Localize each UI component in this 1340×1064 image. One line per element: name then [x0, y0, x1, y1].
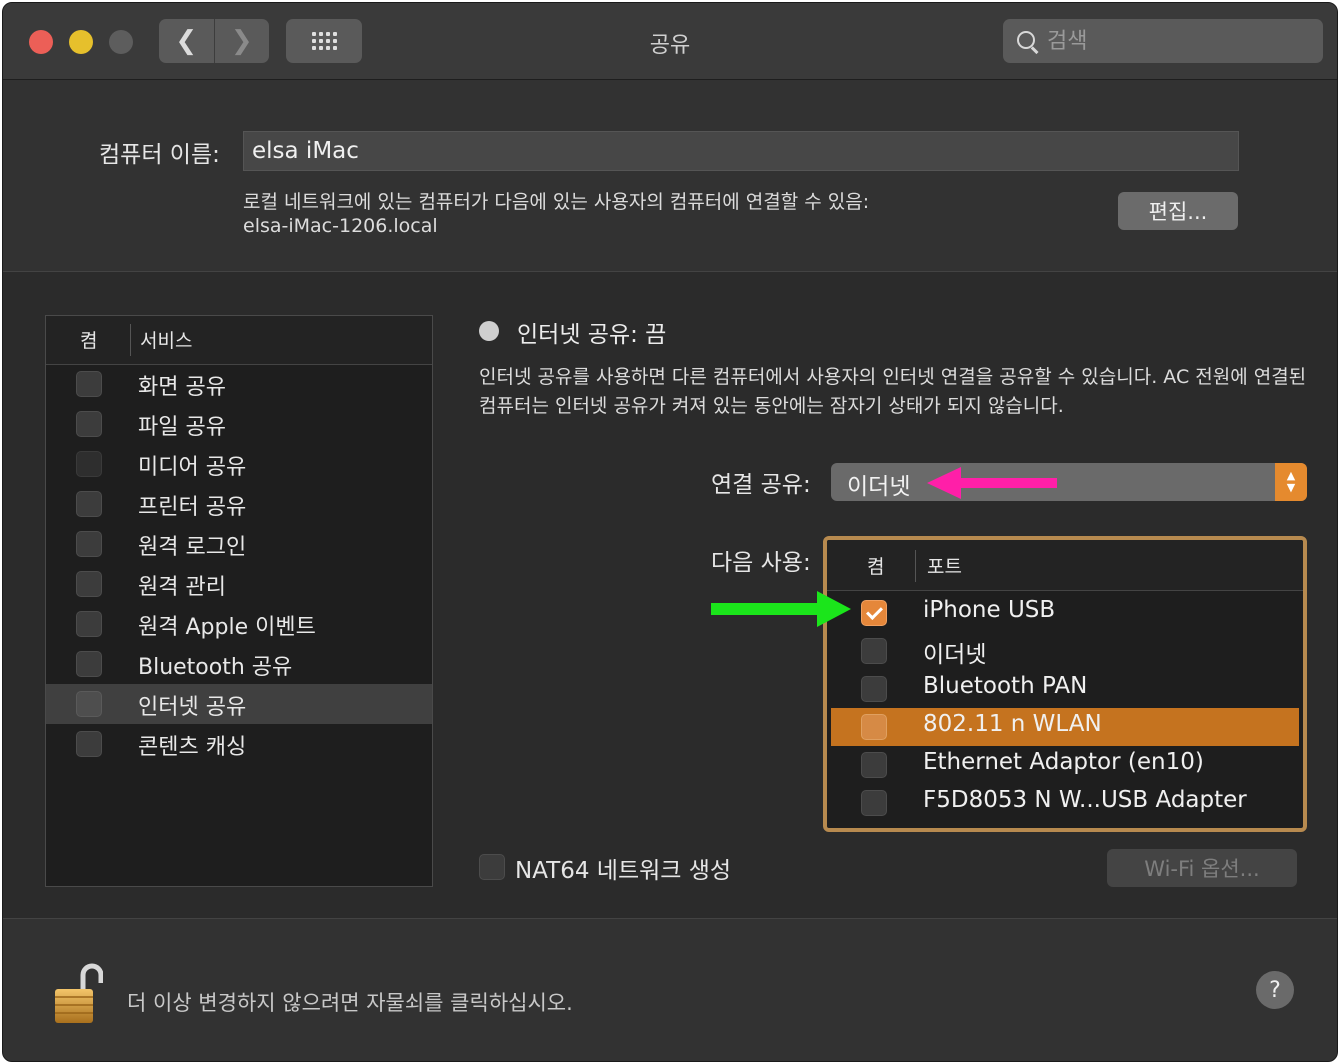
port-checkbox[interactable] — [861, 790, 887, 816]
service-checkbox[interactable] — [76, 731, 102, 757]
port-checkbox-checked[interactable] — [861, 600, 887, 626]
service-checkbox[interactable] — [76, 491, 102, 517]
service-checkbox[interactable] — [76, 411, 102, 437]
lock-message: 더 이상 변경하지 않으려면 자물쇠를 클릭하십시오. — [127, 991, 573, 1015]
ports-table: 켬 포트 iPhone USB 이더넷 Bluetooth PAN 802.11… — [823, 536, 1307, 832]
service-checkbox[interactable] — [76, 571, 102, 597]
service-label: 원격 관리 — [138, 575, 226, 600]
port-label: F5D8053 N W...USB Adapter — [923, 787, 1247, 813]
service-checkbox[interactable] — [76, 531, 102, 557]
port-row-selected[interactable]: 802.11 n WLAN — [831, 708, 1299, 746]
services-header: 켬 서비스 — [46, 316, 432, 365]
port-checkbox[interactable] — [861, 676, 887, 702]
share-from-label: 연결 공유: — [711, 472, 811, 498]
computer-address-info: 로컬 네트워크에 있는 컴퓨터가 다음에 있는 사용자의 컴퓨터에 연결할 수 … — [243, 191, 870, 213]
port-label: 이더넷 — [923, 642, 987, 668]
edit-button[interactable]: 편집... — [1118, 192, 1238, 230]
service-checkbox[interactable] — [76, 651, 102, 677]
service-row[interactable]: Bluetooth 공유 — [46, 644, 432, 684]
port-column-header[interactable]: 포트 — [927, 552, 962, 579]
computer-name-label: 컴퓨터 이름: — [99, 142, 220, 168]
service-label: 원격 Apple 이벤트 — [138, 615, 316, 640]
green-annotation-arrow — [711, 591, 851, 627]
service-label: 파일 공유 — [138, 415, 226, 440]
on-column-header[interactable]: 켬 — [80, 326, 97, 353]
service-row[interactable]: 콘텐츠 캐싱 — [46, 724, 432, 764]
service-row[interactable]: 원격 로그인 — [46, 524, 432, 564]
service-row[interactable]: 원격 Apple 이벤트 — [46, 604, 432, 644]
service-label: 콘텐츠 캐싱 — [138, 735, 247, 760]
port-label: Ethernet Adaptor (en10) — [923, 749, 1204, 775]
port-label: Bluetooth PAN — [923, 673, 1088, 699]
service-row[interactable]: 프린터 공유 — [46, 484, 432, 524]
share-from-value: 이더넷 — [847, 474, 911, 500]
preferences-window: ❮ ❯ 공유 컴퓨터 이름: elsa iMac 로컬 네트워크에 있는 컴퓨터… — [2, 2, 1338, 1062]
status-indicator — [479, 321, 499, 341]
service-label: 인터넷 공유 — [138, 695, 247, 720]
port-label: 802.11 n WLAN — [923, 711, 1102, 737]
service-checkbox[interactable] — [76, 611, 102, 637]
pink-annotation-arrow — [927, 467, 1057, 499]
ports-header: 켬 포트 — [827, 540, 1303, 591]
service-column-header[interactable]: 서비스 — [140, 326, 192, 353]
service-checkbox[interactable] — [76, 691, 102, 717]
question-icon: ? — [1269, 977, 1281, 1003]
port-row[interactable]: F5D8053 N W...USB Adapter — [831, 784, 1299, 822]
port-row[interactable]: iPhone USB — [831, 594, 1299, 632]
services-table: 켬 서비스 화면 공유 파일 공유 미디어 공유 프린터 공유 원격 로그인 원… — [45, 315, 433, 887]
search-icon — [1013, 27, 1041, 55]
port-checkbox[interactable] — [861, 638, 887, 664]
nat64-label: NAT64 네트워크 생성 — [515, 858, 732, 884]
search-box[interactable] — [1003, 19, 1323, 63]
service-row[interactable]: 화면 공유 — [46, 364, 432, 404]
service-row-selected[interactable]: 인터넷 공유 — [46, 684, 432, 724]
port-row[interactable]: 이더넷 — [831, 632, 1299, 670]
computer-local-hostname: elsa-iMac-1206.local — [243, 215, 438, 237]
popup-arrows-icon: ▲ ▼ — [1275, 463, 1307, 501]
service-checkbox[interactable] — [76, 451, 102, 477]
service-checkbox[interactable] — [76, 371, 102, 397]
service-label: 미디어 공유 — [138, 455, 247, 480]
title-bar: ❮ ❯ 공유 — [3, 3, 1337, 80]
service-description: 인터넷 공유를 사용하면 다른 컴퓨터에서 사용자의 인터넷 연결을 공유할 수… — [479, 366, 1307, 417]
service-label: Bluetooth 공유 — [138, 655, 293, 680]
service-status-title: 인터넷 공유: 끔 — [517, 322, 667, 348]
help-button[interactable]: ? — [1256, 971, 1294, 1009]
service-label: 화면 공유 — [138, 375, 226, 400]
to-using-label: 다음 사용: — [711, 550, 811, 576]
on-column-header[interactable]: 켬 — [867, 552, 884, 579]
service-label: 프린터 공유 — [138, 495, 247, 520]
service-row[interactable]: 파일 공유 — [46, 404, 432, 444]
service-label: 원격 로그인 — [138, 535, 247, 560]
service-row[interactable]: 원격 관리 — [46, 564, 432, 604]
port-row[interactable]: Ethernet Adaptor (en10) — [831, 746, 1299, 784]
port-row[interactable]: Bluetooth PAN — [831, 670, 1299, 708]
nat64-checkbox[interactable] — [479, 854, 505, 880]
port-label: iPhone USB — [923, 597, 1056, 623]
wifi-options-button[interactable]: Wi-Fi 옵션... — [1107, 849, 1297, 887]
service-row[interactable]: 미디어 공유 — [46, 444, 432, 484]
computer-name-field[interactable]: elsa iMac — [243, 131, 1239, 171]
padlock-open-icon[interactable] — [53, 961, 103, 1027]
share-from-popup[interactable]: 이더넷 ▲ ▼ — [831, 463, 1307, 501]
port-checkbox[interactable] — [861, 714, 887, 740]
port-checkbox[interactable] — [861, 752, 887, 778]
search-input[interactable] — [1045, 27, 1309, 55]
